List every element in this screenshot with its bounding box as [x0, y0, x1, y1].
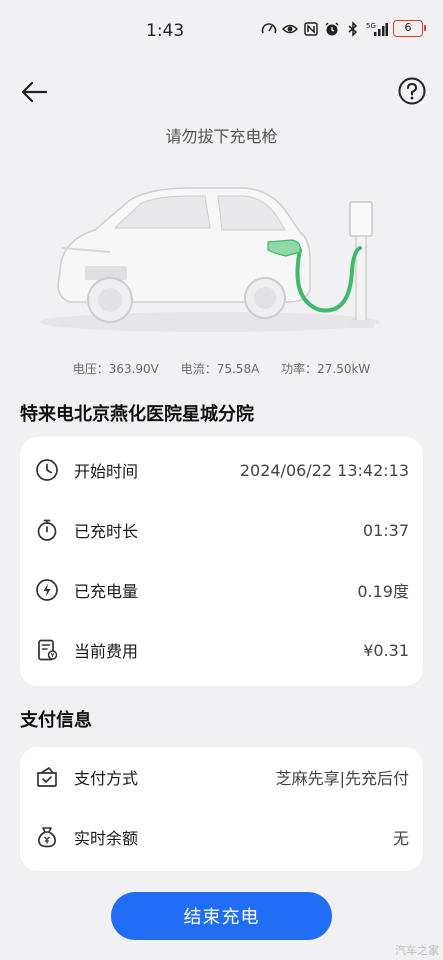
row-label: 已充时长	[74, 522, 139, 541]
row-label: 开始时间	[74, 462, 139, 481]
lightning-icon	[36, 579, 58, 601]
row-label: 已充电量	[74, 582, 139, 601]
bluetooth-icon	[348, 20, 358, 37]
row-label: 支付方式	[74, 769, 139, 788]
row-value: 芝麻先享|先充后付	[275, 769, 409, 788]
back-arrow-icon[interactable]	[18, 76, 50, 108]
speed-icon	[261, 22, 277, 33]
alarm-icon	[325, 21, 339, 35]
payment-info-card: 支付方式 芝麻先享|先充后付 实时余额 无	[20, 747, 423, 871]
battery-level: 6	[404, 21, 412, 34]
signal-icon: 5G	[366, 22, 388, 36]
eye-icon	[282, 24, 298, 33]
payment-row-method[interactable]: 支付方式 芝麻先享|先充后付	[20, 747, 423, 807]
status-icons: 5G 6	[261, 20, 426, 37]
row-value: 0.19度	[357, 582, 409, 601]
charging-status-text: 请勿拔下充电枪	[165, 127, 278, 146]
row-value: 01:37	[362, 520, 409, 540]
status-time: 1:43	[146, 21, 185, 41]
bill-icon	[38, 639, 58, 661]
payment-section-title: 支付信息	[20, 710, 92, 731]
stopwatch-icon	[37, 519, 57, 541]
wallet-icon	[37, 767, 57, 787]
station-name: 特来电北京燕化医院星城分院	[20, 404, 254, 425]
charging-row-start-time: 开始时间 2024/06/22 13:42:13	[20, 440, 423, 500]
charging-row-cost: 当前费用 ¥0.31	[20, 620, 423, 680]
car-charging-illustration	[40, 187, 380, 332]
charging-row-energy: 已充电量 0.19度	[20, 560, 423, 620]
voltage-value: 电压：363.90V	[72, 362, 159, 376]
current-value: 电流：75.58A	[180, 362, 260, 376]
clock-icon	[36, 459, 58, 481]
row-label: 实时余额	[74, 829, 139, 848]
end-charging-button[interactable]: 结束充电	[111, 892, 332, 940]
money-bag-icon	[38, 827, 56, 848]
help-icon[interactable]	[397, 76, 427, 106]
row-value: ¥0.31	[363, 640, 409, 660]
row-value: 无	[392, 829, 409, 848]
nfc-icon	[304, 21, 318, 36]
charging-info-card: 开始时间 2024/06/22 13:42:13 已充时长 01:37 已充电量…	[20, 437, 423, 686]
network-label: 5G	[366, 22, 376, 30]
charging-metrics: 电压：363.90V 电流：75.58A 功率：27.50kW	[0, 360, 443, 377]
row-value: 2024/06/22 13:42:13	[239, 460, 409, 480]
battery-icon: 6	[393, 20, 426, 37]
payment-row-balance: 实时余额 无	[20, 807, 423, 867]
power-value: 功率：27.50kW	[281, 362, 371, 376]
status-bar: 1:43 5G 6	[0, 0, 443, 64]
charging-row-duration: 已充时长 01:37	[20, 500, 423, 560]
row-label: 当前费用	[74, 642, 139, 661]
watermark: 汽车之家	[395, 944, 439, 957]
